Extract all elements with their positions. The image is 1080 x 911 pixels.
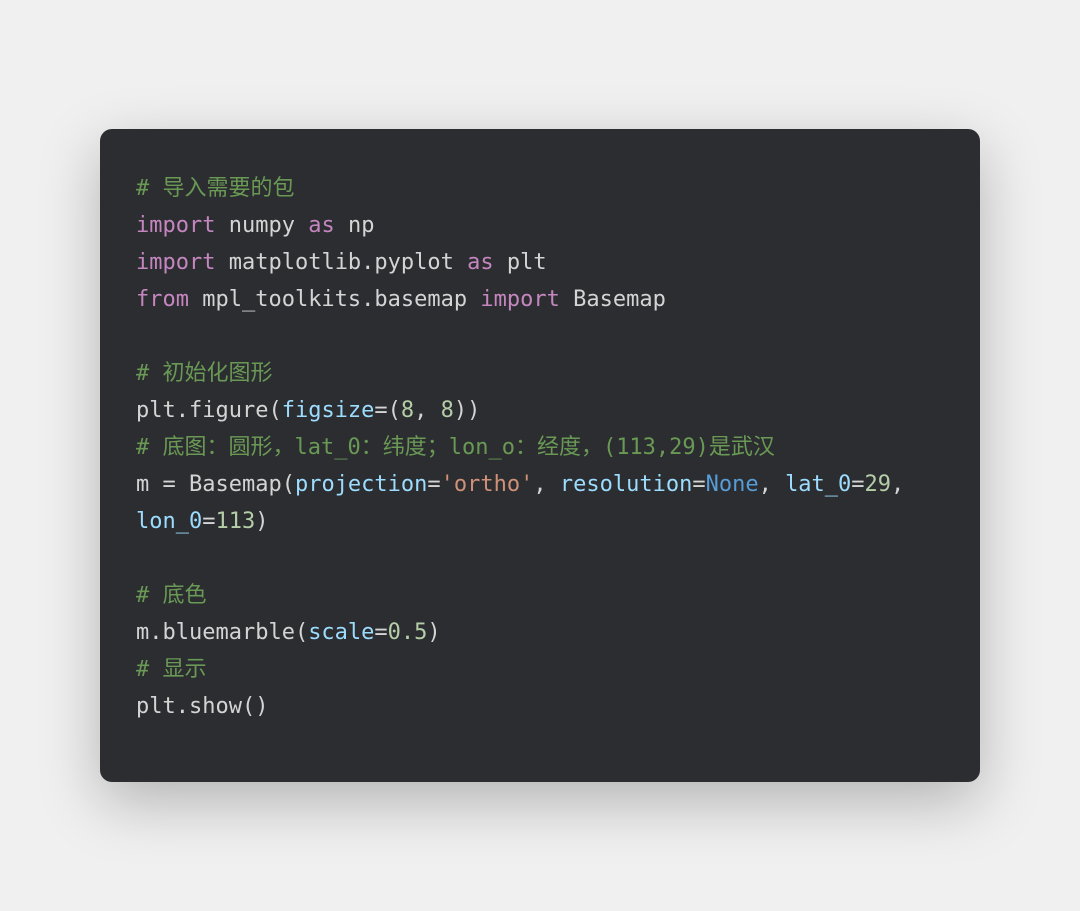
code-token-default: ) xyxy=(255,509,268,534)
code-token-default: np xyxy=(335,213,375,238)
code-token-default: ) xyxy=(427,620,440,645)
code-token-param: lat_0 xyxy=(785,472,851,497)
code-token-const: None xyxy=(706,472,759,497)
code-token-default: , xyxy=(891,472,918,497)
code-token-comment: # 显示 xyxy=(136,657,207,682)
code-line: from mpl_toolkits.basemap import Basemap xyxy=(136,287,666,312)
code-token-keyword: from xyxy=(136,287,189,312)
code-token-number: 8 xyxy=(401,398,414,423)
code-token-default: plt.show() xyxy=(136,694,268,719)
code-card: # 导入需要的包 import numpy as np import matpl… xyxy=(100,129,980,781)
code-token-number: 113 xyxy=(215,509,255,534)
code-token-number: 0.5 xyxy=(388,620,428,645)
code-token-param: projection xyxy=(295,472,427,497)
code-line: import matplotlib.pyplot as plt xyxy=(136,250,547,275)
code-line: plt.show() xyxy=(136,694,268,719)
code-token-default: = xyxy=(202,509,215,534)
code-line: plt.figure(figsize=(8, 8)) xyxy=(136,398,480,423)
code-token-keyword: as xyxy=(308,213,335,238)
code-token-keyword: as xyxy=(467,250,494,275)
code-token-keyword: import xyxy=(136,250,215,275)
code-token-param: scale xyxy=(308,620,374,645)
code-token-default: m = Basemap( xyxy=(136,472,295,497)
code-token-default: )) xyxy=(454,398,481,423)
code-line: import numpy as np xyxy=(136,213,374,238)
code-token-comment: # 底图：圆形，lat_0：纬度；lon_o：经度，(113,29)是武汉 xyxy=(136,435,775,460)
code-token-default: plt xyxy=(494,250,547,275)
code-token-default: , xyxy=(759,472,786,497)
code-line: # 导入需要的包 xyxy=(136,176,295,201)
code-token-number: 29 xyxy=(865,472,892,497)
code-line: m = Basemap(projection='ortho', resoluti… xyxy=(136,472,918,534)
code-line: m.bluemarble(scale=0.5) xyxy=(136,620,441,645)
code-token-param: lon_0 xyxy=(136,509,202,534)
code-line: # 显示 xyxy=(136,657,207,682)
code-token-number: 8 xyxy=(441,398,454,423)
code-line: # 底色 xyxy=(136,583,207,608)
code-token-string: 'ortho' xyxy=(441,472,534,497)
code-token-param: figsize xyxy=(282,398,375,423)
code-token-default: , xyxy=(533,472,560,497)
code-token-default: = xyxy=(851,472,864,497)
code-token-keyword: import xyxy=(480,287,559,312)
code-token-param: resolution xyxy=(560,472,692,497)
code-token-comment: # 导入需要的包 xyxy=(136,176,295,201)
code-token-default: matplotlib.pyplot xyxy=(215,250,467,275)
code-block: # 导入需要的包 import numpy as np import matpl… xyxy=(136,171,944,725)
code-token-default: plt.figure( xyxy=(136,398,282,423)
code-token-default: = xyxy=(427,472,440,497)
code-token-default: mpl_toolkits.basemap xyxy=(189,287,480,312)
code-token-keyword: import xyxy=(136,213,215,238)
code-line: # 初始化图形 xyxy=(136,361,273,386)
code-token-default: m.bluemarble( xyxy=(136,620,308,645)
code-token-default: Basemap xyxy=(560,287,666,312)
code-token-comment: # 初始化图形 xyxy=(136,361,273,386)
code-token-default: =( xyxy=(374,398,401,423)
code-token-comment: # 底色 xyxy=(136,583,207,608)
code-token-default: = xyxy=(692,472,705,497)
code-token-default: numpy xyxy=(215,213,308,238)
code-line: # 底图：圆形，lat_0：纬度；lon_o：经度，(113,29)是武汉 xyxy=(136,435,775,460)
code-token-default: , xyxy=(414,398,441,423)
code-token-default: = xyxy=(374,620,387,645)
